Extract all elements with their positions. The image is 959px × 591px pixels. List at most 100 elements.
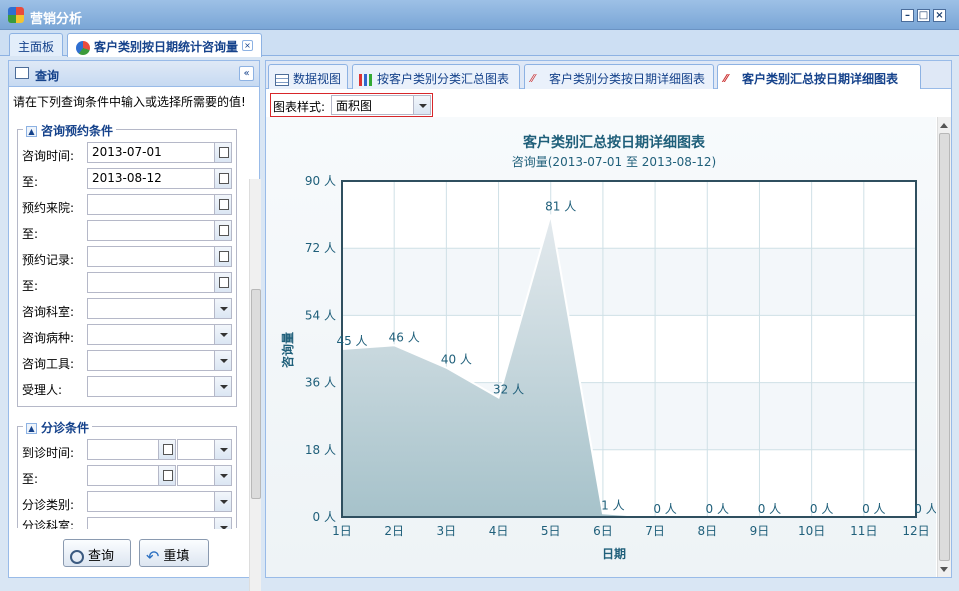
chart-subtitle: 咨询量(2013-07-01 至 2013-08-12): [512, 154, 716, 169]
undo-icon: ↶: [146, 546, 160, 566]
chevron-down-icon[interactable]: [214, 299, 231, 318]
x-tick-label: 6日: [593, 524, 613, 538]
data-label: 0 人: [914, 502, 936, 516]
close-tab-icon[interactable]: ×: [242, 40, 254, 51]
calendar-icon[interactable]: [214, 195, 231, 214]
collapse-panel-button[interactable]: «: [239, 66, 254, 81]
collapse-group-icon[interactable]: ▲: [26, 126, 37, 137]
collapse-group-icon[interactable]: ▲: [26, 423, 37, 434]
data-label: 0 人: [653, 502, 676, 516]
y-tick-label: 90 人: [305, 174, 336, 188]
arrival-date-start-input[interactable]: [87, 439, 176, 460]
x-axis-title: 日期: [602, 546, 626, 561]
consult-time-start-input[interactable]: 2013-07-01: [87, 142, 232, 163]
data-label: 45 人: [336, 334, 367, 348]
field-label: 受理人:: [22, 383, 63, 397]
appointment-visit-start-input[interactable]: [87, 194, 232, 215]
data-label: 81 人: [545, 200, 576, 214]
data-label: 1 人: [601, 498, 624, 512]
chevron-down-icon[interactable]: [214, 518, 231, 529]
tab-summary-date-detail-chart[interactable]: ⁄⁄ 客户类别汇总按日期详细图表: [717, 64, 921, 89]
calendar-icon[interactable]: [214, 221, 231, 240]
form-icon: [15, 67, 29, 79]
tab-category-date-detail-chart[interactable]: ⁄⁄ 客户类别分类按日期详细图表: [524, 64, 714, 89]
tab-label: 按客户类别分类汇总图表: [377, 72, 510, 86]
y-tick-label: 36 人: [305, 376, 336, 390]
reset-button[interactable]: ↶ 重填: [139, 539, 209, 567]
calendar-icon[interactable]: [214, 169, 231, 188]
tab-label: 客户类别按日期统计咨询量: [94, 40, 239, 54]
maximize-icon[interactable]: □: [917, 9, 930, 22]
tab-label: 数据视图: [293, 72, 342, 86]
chevron-down-icon[interactable]: [413, 96, 430, 114]
triage-department-select[interactable]: [87, 517, 232, 529]
line-chart-icon: ⁄⁄: [531, 71, 535, 85]
data-label: 32 人: [493, 383, 524, 397]
scrollbar-thumb[interactable]: [939, 133, 950, 561]
tab-label: 客户类别分类按日期详细图表: [549, 72, 706, 86]
tab-category-summary-chart[interactable]: 按客户类别分类汇总图表: [352, 64, 520, 89]
window-title-bar: 营销分析 – □ ×: [0, 0, 959, 30]
appointment-record-end-input[interactable]: [87, 272, 232, 293]
query-button[interactable]: 查询: [63, 539, 131, 567]
app-logo-icon: [8, 7, 24, 23]
chevron-down-icon[interactable]: [214, 351, 231, 370]
field-label: 至:: [22, 279, 39, 293]
appointment-record-start-input[interactable]: [87, 246, 232, 267]
consult-department-select[interactable]: [87, 298, 232, 319]
calendar-icon[interactable]: [158, 466, 175, 485]
arrival-time-start-select[interactable]: [177, 439, 232, 460]
field-label: 咨询病种:: [22, 331, 75, 345]
chevron-down-icon[interactable]: [214, 466, 231, 485]
triage-category-select[interactable]: [87, 491, 232, 512]
chart-area: 客户类别汇总按日期详细图表 咨询量(2013-07-01 至 2013-08-1…: [266, 117, 938, 577]
grid-band: [342, 181, 916, 249]
x-tick-label: 9日: [750, 524, 770, 538]
scroll-down-icon[interactable]: [940, 567, 948, 572]
calendar-icon[interactable]: [214, 143, 231, 162]
appointment-visit-end-input[interactable]: [87, 220, 232, 241]
consult-tool-select[interactable]: [87, 350, 232, 371]
tab-main-panel[interactable]: 主面板: [9, 33, 64, 56]
content-scrollbar[interactable]: [937, 117, 951, 577]
consult-conditions-legend[interactable]: ▲ 咨询预约条件: [23, 122, 117, 139]
field-label: 咨询科室:: [22, 305, 75, 319]
data-label: 0 人: [706, 502, 729, 516]
magnifier-icon: [70, 549, 84, 564]
chevron-down-icon[interactable]: [214, 440, 231, 459]
chevron-down-icon[interactable]: [214, 492, 231, 511]
chevron-down-icon[interactable]: [214, 377, 231, 396]
y-tick-label: 54 人: [305, 308, 336, 322]
chart-style-select[interactable]: 面积图: [331, 95, 431, 115]
triage-conditions-legend[interactable]: ▲ 分诊条件: [23, 419, 93, 436]
tab-data-view[interactable]: 数据视图: [268, 64, 348, 89]
handler-select[interactable]: [87, 376, 232, 397]
close-icon[interactable]: ×: [933, 9, 946, 22]
field-label: 到诊时间:: [22, 446, 75, 460]
chevron-down-icon[interactable]: [214, 325, 231, 344]
minimize-icon[interactable]: –: [901, 9, 914, 22]
calendar-icon[interactable]: [214, 273, 231, 292]
clipped-row: 分诊科室:: [9, 515, 247, 529]
x-tick-label: 4日: [489, 524, 509, 538]
pie-chart-icon: [76, 40, 90, 55]
query-panel-scrollbar[interactable]: [249, 179, 261, 591]
query-panel-header: 查询 «: [9, 61, 259, 87]
button-label: 查询: [88, 549, 115, 564]
chart-style-toolbar: 图表样式: 面积图: [270, 93, 433, 117]
consult-disease-select[interactable]: [87, 324, 232, 345]
scroll-up-icon[interactable]: [940, 123, 948, 128]
window-title: 营销分析: [30, 12, 83, 27]
selected-value: 面积图: [336, 99, 373, 113]
calendar-icon[interactable]: [158, 440, 175, 459]
consult-time-end-input[interactable]: 2013-08-12: [87, 168, 232, 189]
field-label: 分诊科室:: [22, 519, 75, 529]
arrival-date-end-input[interactable]: [87, 465, 176, 486]
arrival-time-end-select[interactable]: [177, 465, 232, 486]
scrollbar-thumb[interactable]: [251, 289, 261, 499]
bar-chart-icon: [359, 73, 373, 86]
area-chart: 客户类别汇总按日期详细图表 咨询量(2013-07-01 至 2013-08-1…: [266, 117, 938, 577]
calendar-icon[interactable]: [214, 247, 231, 266]
tab-consult-stats[interactable]: 客户类别按日期统计咨询量 ×: [67, 33, 263, 57]
field-value: 2013-07-01: [92, 145, 162, 159]
